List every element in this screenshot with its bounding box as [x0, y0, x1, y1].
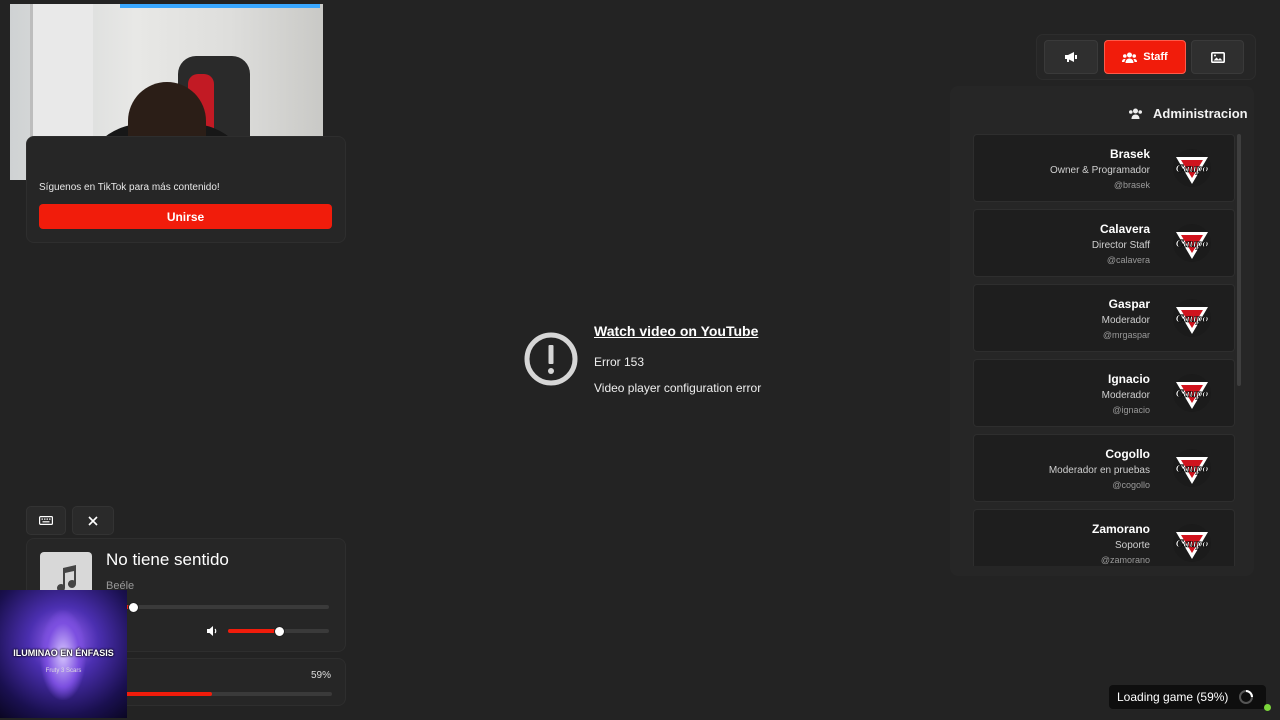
staff-name: Zamorano — [1091, 522, 1150, 536]
caupo-logo-text: Caupo — [1176, 236, 1209, 250]
overlay-caption: ILUMINAO EN ÉNFASIS — [13, 648, 114, 658]
loading-toast-text: Loading game (59%) — [1117, 690, 1229, 704]
staff-name: Calavera — [1099, 222, 1150, 236]
tiktok-text: Síguenos en TikTok para más contenido! — [39, 182, 220, 193]
staff-role: Owner & Programador — [1049, 165, 1150, 176]
overlay-small-text: Fruty 3 Scars — [45, 668, 82, 674]
admin-title: Administracion — [1153, 106, 1248, 121]
close-button[interactable] — [72, 506, 114, 535]
error-code: Error 153 — [594, 355, 645, 369]
staff-name: Ignacio — [1107, 372, 1150, 386]
spinner-icon — [1239, 690, 1254, 704]
status-dot — [1264, 704, 1271, 711]
staff-card[interactable]: Zamorano Soporte @zamorano Caupo — [973, 509, 1235, 566]
keyboard-button[interactable] — [26, 506, 66, 535]
users-icon — [1122, 52, 1138, 63]
staff-card[interactable]: Cogollo Moderador en pruebas @cogollo Caupo — [973, 434, 1235, 502]
caupo-logo-text: Caupo — [1176, 461, 1209, 475]
gallery-button[interactable] — [1191, 40, 1244, 74]
staff-card[interactable]: Gaspar Moderador @mrgaspar Caupo — [973, 284, 1235, 352]
volume-icon[interactable] — [206, 625, 218, 637]
staff-card[interactable]: Ignacio Moderador @ignacio Caupo — [973, 359, 1235, 427]
staff-name: Gaspar — [1108, 297, 1150, 311]
seek-bar[interactable] — [106, 605, 329, 609]
join-button[interactable]: Unirse — [39, 204, 332, 229]
volume-slider-fill — [228, 629, 279, 633]
staff-card[interactable]: Brasek Owner & Programador @brasek Caupo — [973, 134, 1235, 202]
song-title: No tiene sentido — [106, 550, 229, 569]
staff-list-scrollbar[interactable] — [1237, 134, 1241, 386]
staff-handle: @mrgaspar — [1102, 330, 1150, 340]
staff-handle: @brasek — [1113, 180, 1150, 190]
staff-handle: @calavera — [1106, 255, 1150, 265]
users-icon — [1129, 108, 1142, 119]
seek-handle[interactable] — [127, 602, 139, 613]
staff-name: Brasek — [1109, 147, 1150, 161]
watch-on-youtube-link[interactable]: Watch video on YouTube — [594, 323, 758, 339]
admin-header: Administracion — [1128, 106, 1248, 121]
staff-handle: @zamorano — [1100, 555, 1150, 565]
alert-circle-icon — [524, 332, 578, 386]
keyboard-icon — [39, 516, 53, 525]
staff-role: Moderador — [1101, 315, 1150, 326]
caupo-logo: Caupo — [1173, 299, 1211, 337]
staff-role: Director Staff — [1091, 240, 1150, 251]
caupo-logo: Caupo — [1173, 149, 1211, 187]
music-note-icon — [57, 565, 76, 592]
caupo-logo-text: Caupo — [1176, 386, 1209, 400]
loading-toast: Loading game (59%) — [1109, 685, 1267, 709]
caupo-logo: Caupo — [1173, 224, 1211, 262]
caupo-logo: Caupo — [1173, 524, 1211, 562]
staff-card[interactable]: Calavera Director Staff @calavera Caupo — [973, 209, 1235, 277]
staff-handle: @cogollo — [1112, 480, 1150, 490]
staff-role: Moderador — [1101, 390, 1150, 401]
caupo-logo-text: Caupo — [1176, 311, 1209, 325]
staff-role: Moderador en pruebas — [1048, 465, 1150, 476]
staff-button[interactable]: Staff — [1104, 40, 1186, 74]
staff-button-label: Staff — [1143, 51, 1168, 63]
caupo-logo: Caupo — [1173, 374, 1211, 412]
megaphone-icon — [1065, 52, 1077, 62]
image-icon — [1210, 51, 1225, 63]
staff-handle: @ignacio — [1112, 405, 1150, 415]
loading-percent: 59% — [311, 670, 332, 681]
caupo-logo: Caupo — [1173, 449, 1211, 487]
error-message: Video player configuration error — [594, 381, 762, 395]
close-icon — [88, 515, 98, 526]
caupo-logo-text: Caupo — [1176, 536, 1209, 550]
staff-role: Soporte — [1114, 540, 1150, 551]
staff-name: Cogollo — [1105, 447, 1150, 461]
staff-list[interactable]: Brasek Owner & Programador @brasek Caupo Cal… — [973, 134, 1235, 566]
caupo-logo-text: Caupo — [1176, 161, 1209, 175]
volume-handle[interactable] — [273, 626, 285, 637]
announcements-button[interactable] — [1044, 40, 1098, 74]
